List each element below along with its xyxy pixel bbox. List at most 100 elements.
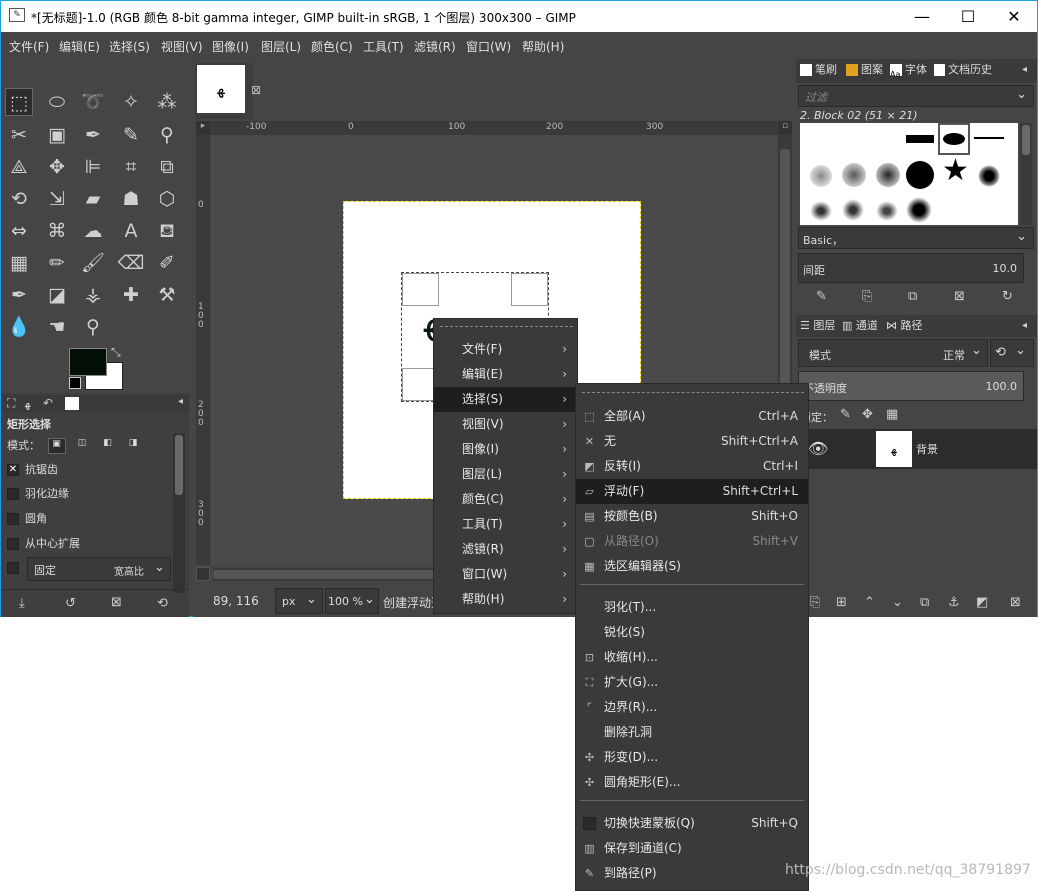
menu-colors[interactable]: 颜色(C) [311,38,353,55]
context-menu-item[interactable]: 图层(L) › [434,462,577,487]
brush-texture[interactable] [906,197,932,223]
lasso-icon[interactable]: ➰ [79,88,107,116]
zoom-lock-icon[interactable]: ▫ [778,121,792,135]
select-by-color-icon[interactable]: ⁂ [153,88,181,116]
panel-menu-icon[interactable]: ◂ [178,396,183,407]
brush-block[interactable] [906,135,934,143]
select-menu-item[interactable]: ✣ 形变(D)... [576,745,808,770]
paths-icon[interactable]: ✒ [79,121,107,149]
expand-center-checkbox[interactable] [7,538,19,550]
select-menu-item[interactable]: ⌜ 边界(R)... [576,695,808,720]
minimize-button[interactable]: — [899,1,945,32]
antialias-row[interactable]: ✕ 抗锯齿 [7,461,58,481]
select-menu-item[interactable]: 锐化(S) [576,620,808,645]
select-menu-item[interactable]: 切换快速蒙板(Q) Shift+Q [576,811,808,836]
brush-splatter[interactable] [978,165,1000,187]
mypaint-brush-icon[interactable]: ◪ [43,281,71,309]
tab-paths[interactable]: ⋈ 路径 [886,315,923,337]
dodge-burn-icon[interactable]: ⚲ [79,313,107,341]
edit-brush-icon[interactable]: ✎ [816,289,827,304]
menu-view[interactable]: 视图(V) [161,38,203,55]
pencil-icon[interactable]: ✏ [43,249,71,277]
layer-mask-icon[interactable]: ◩ [976,595,988,610]
fixed-dropdown[interactable]: 固定 宽高比 ⌄ [27,557,171,581]
gradient-icon[interactable]: ▦ [5,249,33,277]
perspective-clone-icon[interactable]: ⚒ [153,281,181,309]
zoom-icon[interactable]: ⚲ [153,121,181,149]
menu-select[interactable]: 选择(S) [109,38,150,55]
bucket-fill-icon[interactable]: ⛾ [153,217,181,245]
refresh-brushes-icon[interactable]: ↻ [1002,289,1013,304]
filter-combo[interactable]: 过滤 ⌄ [798,85,1034,107]
new-layer-icon[interactable]: ⎘ [810,595,820,610]
menu-help[interactable]: 帮助(H) [522,38,564,55]
context-menu-item[interactable]: 帮助(H) › [434,587,577,612]
scale-icon[interactable]: ⇲ [43,185,71,213]
new-brush-icon[interactable]: ⎘ [862,289,872,304]
flip-icon[interactable]: ⇔ [5,217,33,245]
context-menu-item[interactable]: 窗口(W) › [434,562,577,587]
tab-brushes[interactable]: 笔刷 [800,59,837,81]
select-menu-item[interactable]: ✕ 无 Shift+Ctrl+A [576,429,808,454]
select-menu-item[interactable]: ◩ 反转(I) Ctrl+I [576,454,808,479]
tearoff-line[interactable] [582,392,804,393]
select-menu-item[interactable]: ⛶ 扩大(G)... [576,670,808,695]
context-menu-item[interactable]: 图像(I) › [434,437,577,462]
rotate-icon[interactable]: ⟲ [5,185,33,213]
context-menu-item[interactable]: 视图(V) › [434,412,577,437]
select-menu-item[interactable]: ▦ 选区编辑器(S) [576,554,808,579]
tab-fonts[interactable]: Aa 字体 [890,59,927,81]
swap-colors-icon[interactable]: ⤡ [111,345,121,360]
menu-filters[interactable]: 滤镜(R) [414,38,456,55]
context-menu-item[interactable]: 选择(S) › [434,387,577,412]
tab-patterns[interactable]: 图案 [846,59,883,81]
tab-document-history[interactable]: 文档历史 [934,59,992,81]
restore-preset-icon[interactable]: ↺ [65,596,76,611]
duplicate-brush-icon[interactable]: ⧉ [908,289,917,304]
maximize-button[interactable]: ☐ [945,1,991,32]
spacing-slider[interactable]: 间距 10.0 [798,253,1024,283]
select-menu-item[interactable]: ⬚ 全部(A) Ctrl+A [576,404,808,429]
mode-intersect-icon[interactable]: ◨ [124,438,142,454]
layer-row[interactable]: 👁 ﻬ 背景 [796,429,1037,469]
clone-icon[interactable]: ⚶ [79,281,107,309]
tab-layers[interactable]: ☰ 图层 [800,315,835,337]
unified-transform-icon[interactable]: ⧉ [153,153,181,181]
antialias-checkbox[interactable]: ✕ [7,464,19,476]
smudge-icon[interactable]: ☚ [43,313,71,341]
brush-scrollbar[interactable] [1020,123,1032,225]
lower-layer-icon[interactable]: ⌄ [892,595,903,610]
menu-image[interactable]: 图像(I) [212,38,249,55]
rect-select-icon[interactable]: ⬚ [5,88,33,116]
composite-mode-button[interactable]: ⟲ ⌄ [990,339,1034,367]
mode-add-icon[interactable]: ◫ [73,438,91,454]
save-preset-icon[interactable]: ⤓ [19,596,25,611]
brush-hard[interactable] [906,161,934,189]
select-menu-item[interactable]: ▱ 浮动(F) Shift+Ctrl+L [576,479,808,504]
raise-layer-icon[interactable]: ⌃ [864,595,875,610]
scissors-icon[interactable]: ✂ [5,121,33,149]
zoom-dropdown[interactable]: 100 % ⌄ [325,588,379,614]
close-tab-icon[interactable]: ⊠ [251,83,261,97]
select-menu-item[interactable]: 羽化(T)... [576,595,808,620]
select-menu-item[interactable]: ✎ 到路径(P) [576,861,808,886]
handle-transform-icon[interactable]: ☁ [79,217,107,245]
align-icon[interactable]: ⊫ [79,153,107,181]
tearoff-line[interactable] [440,326,573,327]
foreground-select-icon[interactable]: ▣ [43,121,71,149]
fixed-checkbox[interactable] [7,562,19,574]
dock-menu-icon[interactable]: ◂ [1022,320,1027,331]
unit-dropdown[interactable]: px ⌄ [275,588,323,614]
move-icon[interactable]: ✥ [43,153,71,181]
expand-center-row[interactable]: 从中心扩展 [7,535,80,555]
mode-replace-icon[interactable]: ▣ [47,438,66,454]
brush-fuzzy[interactable] [810,165,832,187]
feather-checkbox[interactable] [7,488,19,500]
ellipse-select-icon[interactable]: ⬭ [43,88,71,116]
select-menu-item[interactable]: ▥ 保存到通道(C) [576,836,808,861]
paintbrush-icon[interactable]: 🖌 [79,249,107,277]
brush-fuzzy[interactable] [876,163,900,187]
brush-grid[interactable]: ★ [800,123,1018,225]
brush-texture[interactable] [810,201,832,221]
opacity-slider[interactable]: 不透明度 100.0 [798,371,1024,401]
